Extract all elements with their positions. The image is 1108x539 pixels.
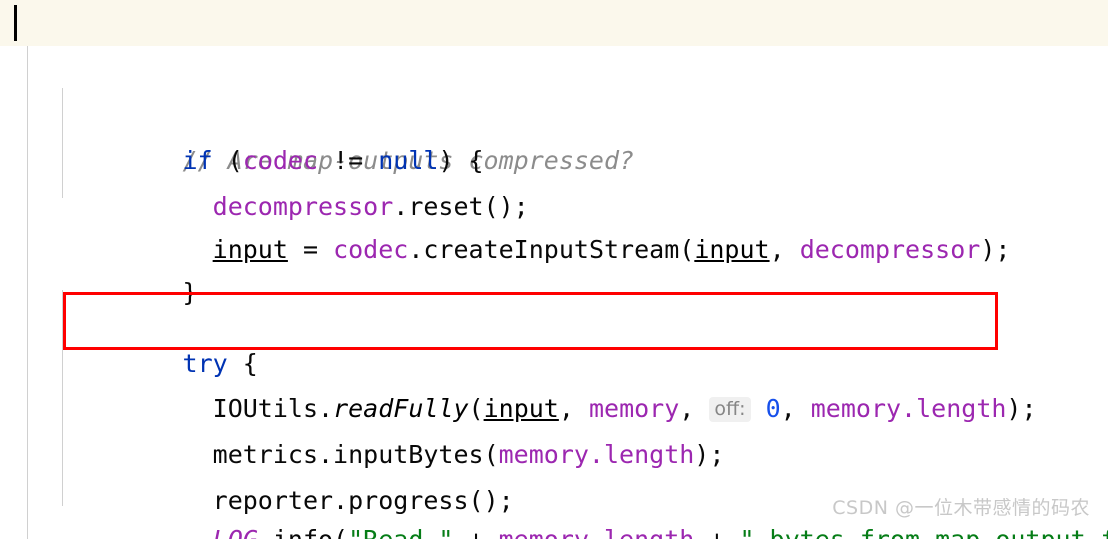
text-caret	[14, 5, 17, 41]
code-line-decompressor-reset[interactable]: decompressor.reset();	[0, 92, 1108, 221]
operator-plus: +	[694, 525, 739, 539]
code-line-input-bytes[interactable]: metrics.inputBytes(memory.length);	[0, 340, 1108, 469]
code-line-if[interactable]: if (codec != null) {	[0, 46, 1108, 175]
code-line-comment[interactable]: // Are map-outputs compressed?	[0, 0, 1108, 175]
watermark: CSDN @一位木带感情的码农	[832, 497, 1090, 519]
code-line-create-input-stream[interactable]: input = codec.createInputStream(input, d…	[0, 135, 1108, 264]
field-memory-length: memory.length	[499, 525, 695, 539]
code-line-try[interactable]: try {	[0, 249, 1108, 378]
code-line-log-info[interactable]: LOG.info("Read " + memory.length + " byt…	[0, 425, 1108, 539]
code-line-readfully[interactable]: IOUtils.readFully(input, memory, off: 0,…	[0, 294, 1108, 423]
code-editor[interactable]: // Are map-outputs compressed? if (codec…	[0, 0, 1108, 539]
